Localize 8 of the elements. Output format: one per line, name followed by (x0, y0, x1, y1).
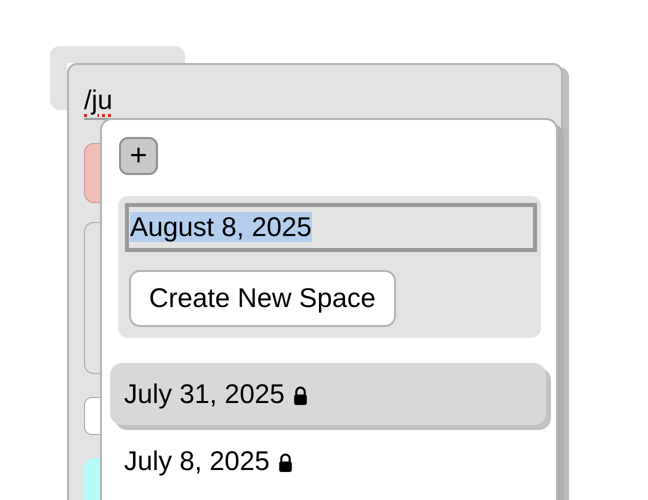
list-item[interactable]: July 8, 2025 (110, 430, 546, 492)
create-button[interactable]: Create New Space (129, 270, 396, 327)
lock-icon (278, 452, 293, 472)
date-field[interactable]: August 8, 2025 (125, 203, 537, 252)
lock-icon (292, 386, 308, 404)
add-button[interactable]: + (119, 137, 158, 175)
back-tab[interactable] (50, 46, 185, 63)
list-item[interactable]: July 31, 2025 (110, 363, 546, 425)
